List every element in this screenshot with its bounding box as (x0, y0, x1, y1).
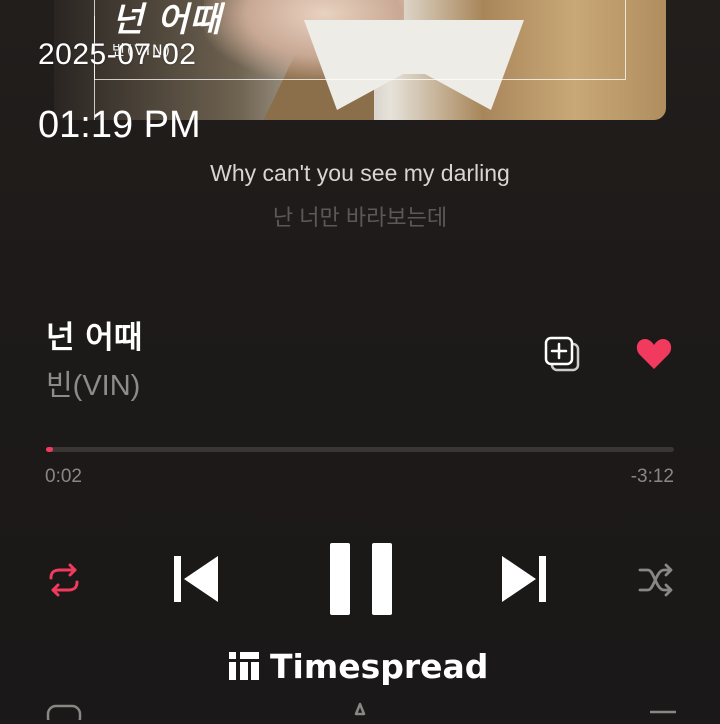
time-elapsed: 0:02 (45, 466, 82, 487)
repeat-button[interactable] (44, 560, 84, 604)
menu-tab-button[interactable] (646, 700, 686, 724)
chat-icon (46, 704, 82, 724)
album-art-title: 넌 어때 (112, 0, 222, 40)
timespread-logo-icon (229, 652, 259, 680)
progress-fill (46, 447, 53, 452)
previous-button[interactable] (170, 553, 222, 609)
star-tab-button[interactable] (340, 700, 380, 724)
skip-previous-icon (174, 556, 218, 602)
lyric-current-line[interactable]: Why can't you see my darling (0, 160, 720, 187)
skip-next-icon (502, 556, 546, 602)
timespread-watermark: Timespread (228, 646, 488, 686)
repeat-icon (49, 563, 79, 597)
shuffle-icon (638, 563, 673, 597)
add-to-playlist-button[interactable] (544, 336, 584, 376)
heart-icon (636, 339, 672, 369)
lyrics-tab-button[interactable] (44, 700, 84, 724)
star-icon (354, 702, 366, 716)
pause-icon (330, 543, 392, 615)
overlay-date: 2025-07-02 (38, 38, 197, 71)
overlay-time: 01:19 PM (38, 104, 201, 146)
pause-button[interactable] (328, 542, 394, 620)
track-artist[interactable]: 빈(VIN) (46, 362, 140, 404)
time-remaining: -3:12 (630, 466, 674, 487)
lyric-next-line[interactable]: 난 너만 바라보는데 (0, 200, 720, 232)
watermark-text: Timespread (270, 646, 489, 686)
shuffle-button[interactable] (636, 560, 676, 604)
add-to-playlist-icon (544, 336, 580, 372)
next-button[interactable] (498, 553, 550, 609)
like-button[interactable] (634, 334, 674, 374)
menu-icon (650, 710, 676, 714)
track-title: 넌 어때 (46, 320, 143, 356)
progress-bar[interactable] (46, 447, 674, 452)
